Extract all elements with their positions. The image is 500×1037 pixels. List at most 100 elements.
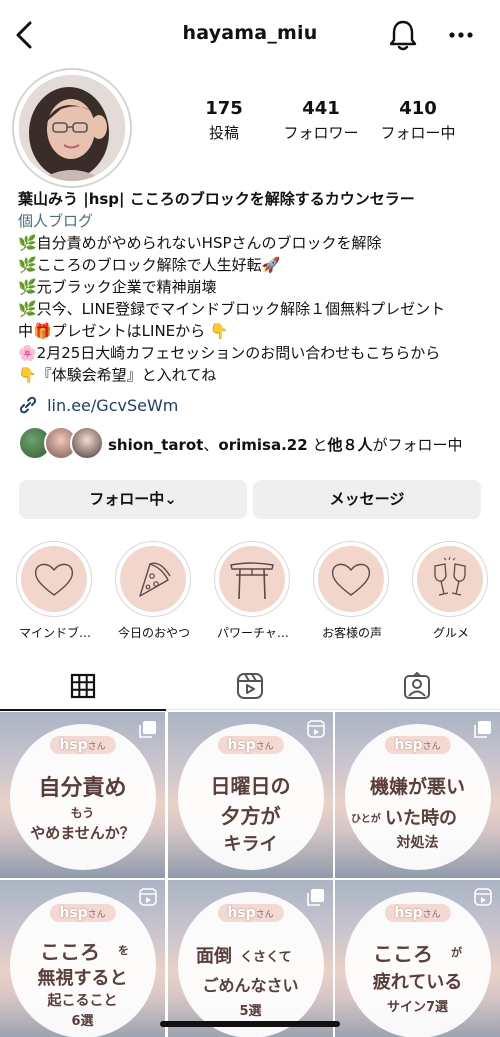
top-bar: hayama_miu xyxy=(0,0,500,70)
post-title-line: 疲れている xyxy=(372,972,463,993)
highlight-gourmet[interactable]: グルメ xyxy=(412,541,490,641)
post-title-line: 自分責め xyxy=(38,776,127,801)
post-title-line: 機嫌が悪い xyxy=(369,776,465,798)
profile-display-name: 葉山みう |hsp| こころのブロックを解除するカウンセラー xyxy=(18,190,415,208)
post-tag-suffix: さん xyxy=(255,742,274,752)
bio-line: 🌿こころのブロック解除で人生好転🚀 xyxy=(18,256,281,274)
profile-username: hayama_miu xyxy=(182,22,318,44)
profile-avatar[interactable] xyxy=(12,68,132,188)
stat-posts[interactable]: 175 投稿 xyxy=(179,98,269,143)
highlight-power-spot[interactable]: パワーチャ… xyxy=(214,541,292,641)
following-count: 410 xyxy=(399,98,437,119)
highlight-label: 今日のおやつ xyxy=(117,626,190,640)
avatar-photo xyxy=(19,75,125,181)
post-title-line: 無視すると xyxy=(37,968,128,989)
post-title-line: 5選 xyxy=(239,1004,262,1019)
bio-line: 中🎁プレゼントはLINEから 👇 xyxy=(18,322,229,340)
post-title-line: 夕方が xyxy=(220,804,281,828)
tagged-icon xyxy=(404,672,430,699)
posts-grid: hspさん 自分責め もう やめませんか？ hspさん 日曜日の 夕方が キライ… xyxy=(0,712,500,1037)
bio-link[interactable]: lin.ee/GcvSeWm xyxy=(18,396,178,415)
post-tag-suffix: さん xyxy=(87,910,106,920)
highlight-customer-voice[interactable]: お客様の声 xyxy=(313,541,391,641)
more-dots-icon[interactable] xyxy=(446,20,476,50)
post-tag-text: hsp xyxy=(59,737,88,753)
reel-icon xyxy=(307,720,325,738)
post-title-line: 面倒 xyxy=(196,946,232,967)
post-tag-text: hsp xyxy=(227,737,256,753)
post-thumbnail[interactable]: hspさん 機嫌が悪い ひとが いた時の 対処法 xyxy=(335,712,500,878)
mutual-and: と xyxy=(312,436,328,454)
bio-link-text: lin.ee/GcvSeWm xyxy=(47,396,179,415)
mutual-sep: 、 xyxy=(203,436,219,454)
post-tag-text: hsp xyxy=(394,905,423,921)
post-title-line: サイン7選 xyxy=(386,1000,449,1015)
tab-tagged[interactable] xyxy=(334,662,500,710)
post-thumbnail[interactable]: hspさん 日曜日の 夕方が キライ xyxy=(168,712,333,878)
profile-bio: 葉山みう |hsp| こころのブロックを解除するカウンセラー 個人ブログ 🌿自分… xyxy=(18,188,488,386)
link-icon xyxy=(19,396,37,414)
post-thumbnail[interactable]: hspさん 自分責め もう やめませんか？ xyxy=(0,712,165,878)
highlight-label: マインドブ… xyxy=(18,626,91,640)
post-tag-text: hsp xyxy=(59,905,88,921)
post-thumbnail[interactable]: hspさん こころ を 無視すると 起こること 6選 xyxy=(0,880,165,1037)
post-title-line: いた時の xyxy=(385,808,457,829)
highlight-label: お客様の声 xyxy=(321,626,382,640)
post-title-line: こころ xyxy=(40,940,100,964)
stat-following[interactable]: 410 フォロー中 xyxy=(373,98,463,143)
highlight-mind-block[interactable]: マインドブ… xyxy=(16,541,94,641)
post-title-line: やめませんか？ xyxy=(30,824,135,842)
profile-category: 個人ブログ xyxy=(18,212,94,230)
post-tag: hspさん xyxy=(217,904,284,922)
post-title-line: くさくて xyxy=(240,950,292,965)
post-title-line: 起こること xyxy=(47,993,118,1009)
post-title-line: ごめんなさい xyxy=(202,976,299,995)
post-title-line: もう xyxy=(70,806,95,820)
post-tag: hspさん xyxy=(49,736,116,754)
followers-label: フォロワー xyxy=(283,124,359,142)
followers-count: 441 xyxy=(302,98,340,119)
bio-line: 🌿元ブラック企業で精神崩壊 xyxy=(18,278,217,296)
mutual-others: 他８人 xyxy=(327,436,373,454)
bio-line: 👇『体験会希望』と入れてね xyxy=(18,366,217,384)
mutual-followers-text: shion_tarot、orimisa.22 と他８人がフォロー中 xyxy=(108,434,463,455)
tab-posts-grid[interactable] xyxy=(0,662,166,711)
multi-image-icon xyxy=(474,721,491,738)
heart-icon xyxy=(331,563,371,596)
post-thumbnail[interactable]: hspさん 面倒 くさくて ごめんなさい 5選 xyxy=(168,880,333,1037)
post-title-line: 日曜日の xyxy=(210,774,291,798)
tab-reels[interactable] xyxy=(167,662,333,710)
mutual-user-2: orimisa.22 xyxy=(218,436,308,454)
post-tag-suffix: さん xyxy=(255,910,274,920)
mutual-followers[interactable]: shion_tarot、orimisa.22 と他８人がフォロー中 xyxy=(18,426,488,462)
grid-icon xyxy=(70,673,96,699)
following-label: フォロー中 xyxy=(380,124,456,142)
reel-icon xyxy=(139,888,157,906)
torii-gate-icon xyxy=(230,562,274,600)
post-tag: hspさん xyxy=(384,736,451,754)
post-title-line: 対処法 xyxy=(396,835,439,851)
mutual-user-1: shion_tarot xyxy=(108,436,204,454)
post-tag-suffix: さん xyxy=(422,910,441,920)
wine-glasses-icon xyxy=(434,556,466,596)
stat-followers[interactable]: 441 フォロワー xyxy=(276,98,366,143)
message-button[interactable]: メッセージ xyxy=(253,480,481,519)
posts-label: 投稿 xyxy=(208,124,239,142)
post-title-line: キライ xyxy=(223,834,278,855)
post-tag: hspさん xyxy=(217,736,284,754)
bell-icon[interactable] xyxy=(387,18,419,52)
home-indicator[interactable] xyxy=(160,1021,340,1027)
reels-icon xyxy=(237,673,263,699)
bio-line: 🌿只今、LINE登録でマインドブロック解除１個無料プレゼント xyxy=(18,300,446,318)
following-button[interactable]: フォロー中⌄ xyxy=(19,480,247,519)
post-title-line: が xyxy=(451,946,462,959)
posts-count: 175 xyxy=(205,98,243,119)
multi-image-icon xyxy=(139,721,156,738)
bio-line: 🌸2月25日大崎カフェセッションのお問い合わせもこちらから xyxy=(18,344,441,362)
pizza-icon xyxy=(139,562,171,597)
highlight-snack[interactable]: 今日のおやつ xyxy=(115,541,193,641)
post-thumbnail[interactable]: hspさん こころ が 疲れている サイン7選 xyxy=(335,880,500,1037)
multi-image-icon xyxy=(307,889,324,906)
bio-line: 🌿自分責めがやめられないHSPさんのブロックを解除 xyxy=(18,234,382,252)
mutual-suffix: がフォロー中 xyxy=(372,436,463,454)
